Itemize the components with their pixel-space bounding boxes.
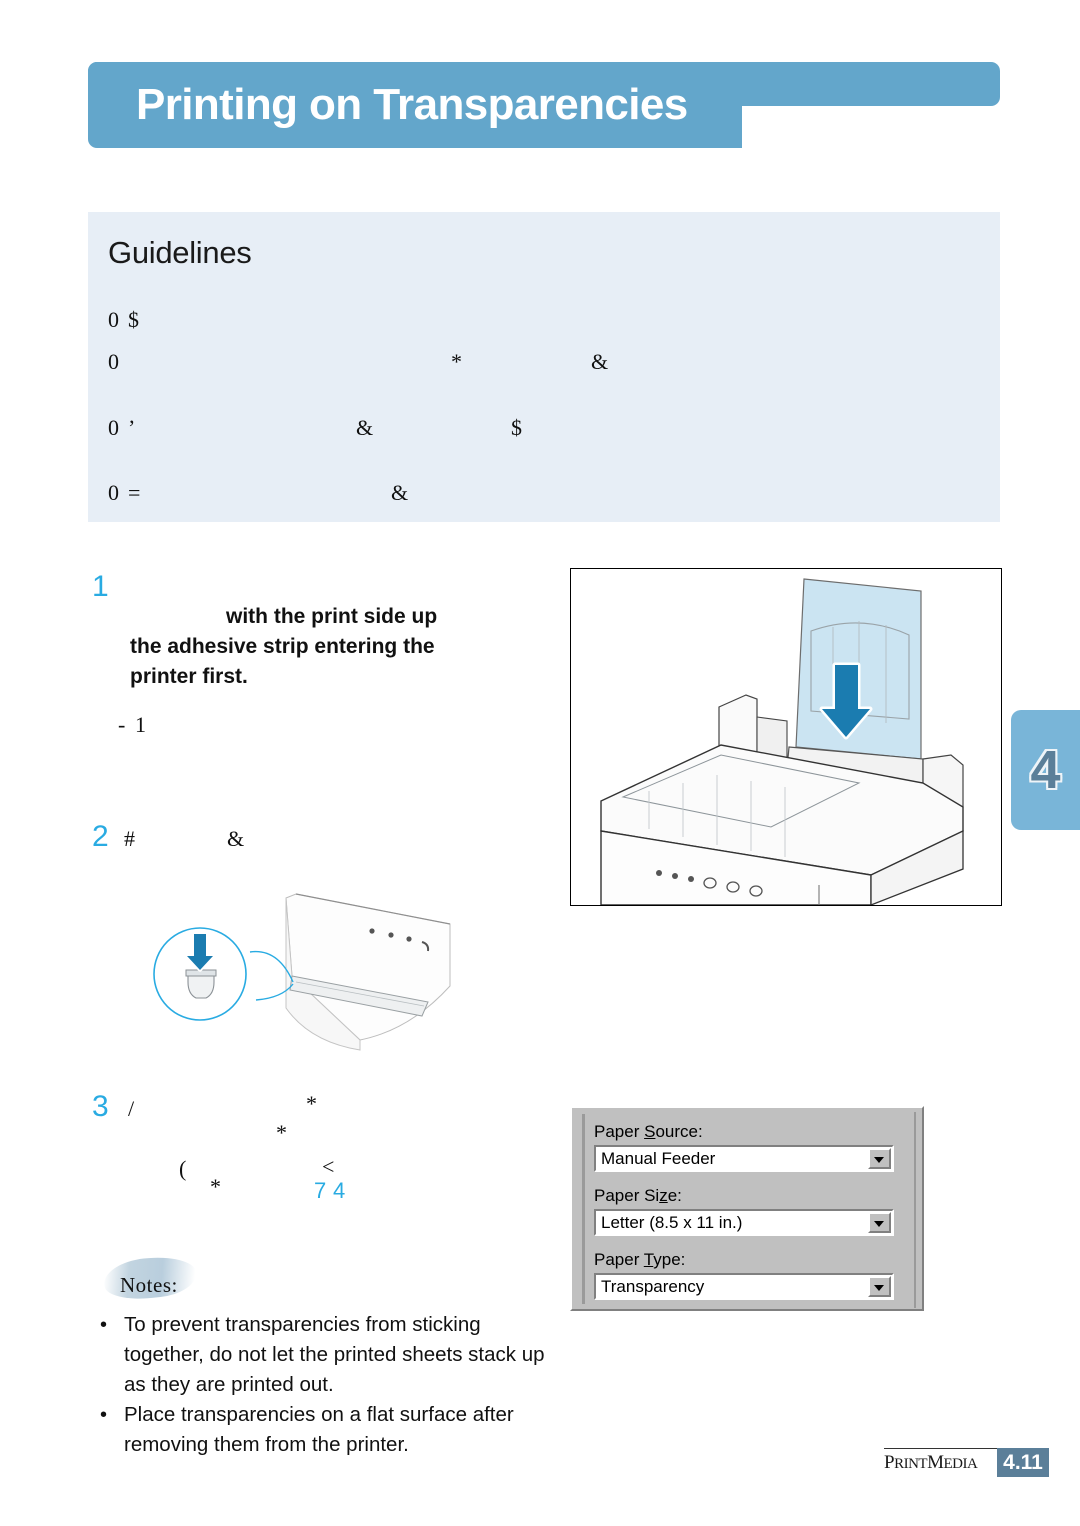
paper-source-value: Manual Feeder bbox=[601, 1149, 716, 1168]
guideline-line: 0 = & bbox=[108, 480, 988, 508]
note-item: • Place transparencies on a flat surface… bbox=[100, 1400, 552, 1460]
guideline-glyph: ’ bbox=[128, 415, 136, 440]
step-3-glyph: * bbox=[306, 1091, 317, 1116]
note-text: To prevent transparencies from sticking … bbox=[124, 1313, 545, 1396]
step-3-glyph: ( bbox=[179, 1156, 187, 1181]
step-3-text: / * * ( * <7 4 bbox=[128, 1091, 488, 1216]
step-1-glyph: - bbox=[118, 712, 126, 737]
paper-source-select[interactable]: Manual Feeder bbox=[594, 1145, 894, 1172]
step-1-line: the adhesive strip entering the bbox=[130, 635, 435, 658]
feeder-lever-line-art bbox=[153, 893, 451, 1051]
guideline-glyph: 0 bbox=[108, 480, 119, 505]
guideline-glyph: 0 bbox=[108, 415, 119, 440]
step-3-glyph: * bbox=[276, 1120, 287, 1145]
guideline-line: 0 * & bbox=[108, 349, 988, 377]
manual-feeder-lever-illustration bbox=[110, 890, 455, 1065]
printer-line-art bbox=[600, 578, 964, 906]
paper-type-label: Paper Type: bbox=[594, 1250, 686, 1269]
guideline-glyph: 0 bbox=[108, 349, 119, 374]
page-title-banner: Printing on Transparencies bbox=[88, 62, 1000, 148]
page-title: Printing on Transparencies bbox=[136, 80, 688, 129]
step-1-text: with the print side up the adhesive strip… bbox=[130, 602, 480, 692]
guideline-glyph: * bbox=[451, 349, 462, 374]
step-3-glyph: * bbox=[210, 1174, 221, 1199]
guideline-glyph: & bbox=[391, 480, 409, 505]
step-1-line: printer first. bbox=[130, 665, 248, 688]
footer-brand-word: MEDIA bbox=[927, 1452, 978, 1473]
paper-type-select[interactable]: Transparency bbox=[594, 1273, 894, 1300]
step-3-number: 3 bbox=[92, 1090, 109, 1123]
step-2-glyph: # bbox=[124, 826, 135, 851]
footer-brand-word: PRINT bbox=[884, 1452, 928, 1473]
paper-type-group: Paper Type: Transparency bbox=[594, 1250, 894, 1300]
paper-type-value: Transparency bbox=[601, 1277, 705, 1296]
step-2-glyph: & bbox=[227, 826, 245, 851]
dialog-inner-edge bbox=[582, 1114, 585, 1304]
step-2-number: 2 bbox=[92, 820, 109, 853]
printer-driver-dialog: Paper Source: Manual Feeder Paper Size: … bbox=[570, 1106, 924, 1311]
paper-size-label: Paper Size: bbox=[594, 1186, 682, 1205]
note-item: • To prevent transparencies from stickin… bbox=[100, 1310, 552, 1400]
guideline-glyph: & bbox=[591, 349, 609, 374]
page-number: 4.11 bbox=[997, 1448, 1049, 1477]
chapter-tab: 4 bbox=[1011, 710, 1080, 830]
step-3-glyph: / bbox=[128, 1096, 135, 1121]
guideline-glyph: & bbox=[356, 415, 374, 440]
chapter-tab-number: 4 bbox=[1030, 740, 1061, 800]
chevron-down-icon[interactable] bbox=[868, 1276, 891, 1297]
guideline-glyph: = bbox=[128, 480, 141, 505]
paper-size-select[interactable]: Letter (8.5 x 11 in.) bbox=[594, 1209, 894, 1236]
dialog-outer-edge bbox=[914, 1112, 916, 1308]
guideline-glyph: $ bbox=[128, 307, 139, 332]
guidelines-heading: Guidelines bbox=[108, 235, 252, 270]
footer-rule bbox=[884, 1448, 1002, 1449]
paper-size-group: Paper Size: Letter (8.5 x 11 in.) bbox=[594, 1186, 894, 1236]
paper-source-label: Paper Source: bbox=[594, 1122, 703, 1141]
bullet-icon: • bbox=[100, 1404, 108, 1426]
notes-label: Notes: bbox=[120, 1273, 178, 1297]
step-3-glyph: < bbox=[322, 1154, 335, 1179]
step-1-number: 1 bbox=[92, 570, 109, 603]
guideline-line: 0 ’ & $ bbox=[108, 415, 988, 443]
guideline-glyph: 0 bbox=[108, 307, 119, 332]
paper-size-value: Letter (8.5 x 11 in.) bbox=[601, 1213, 743, 1232]
guideline-glyph: $ bbox=[511, 415, 522, 440]
chevron-down-icon[interactable] bbox=[868, 1212, 891, 1233]
printer-feeder-illustration bbox=[570, 568, 1002, 906]
guideline-line: 0 $ bbox=[108, 307, 988, 335]
step-2-text: # & bbox=[124, 826, 454, 856]
chevron-down-icon[interactable] bbox=[868, 1148, 891, 1169]
paper-source-group: Paper Source: Manual Feeder bbox=[594, 1122, 894, 1172]
bullet-icon: • bbox=[100, 1314, 108, 1336]
guidelines-panel: Guidelines 0 $ 0 * & 0’ & $ 0 = & bbox=[88, 212, 1000, 522]
step-1-glyph: 1 bbox=[135, 712, 146, 737]
step-1-subtext: -1 bbox=[118, 712, 318, 740]
step-3-glyph-accent: 4 bbox=[333, 1178, 346, 1203]
note-text: Place transparencies on a flat surface a… bbox=[124, 1403, 514, 1456]
step-1-line: with the print side up bbox=[226, 605, 438, 628]
footer-brand: PRINTMEDIA bbox=[884, 1452, 978, 1474]
step-3-glyph-accent: 7 bbox=[314, 1178, 327, 1203]
